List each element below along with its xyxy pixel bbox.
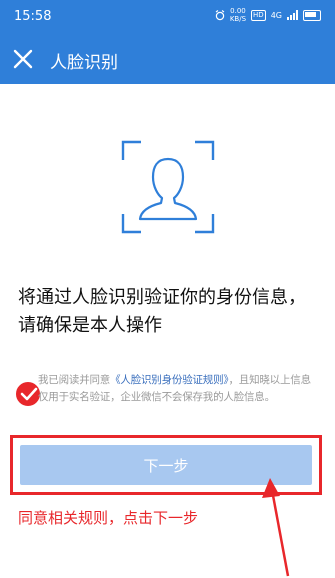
headline-line-1: 将通过人脸识别验证你的身份信息， — [18, 287, 306, 308]
hd-badge: HD — [251, 9, 266, 21]
signal-icon — [287, 10, 298, 20]
consent-prefix: 我已阅读并同意 — [38, 374, 111, 386]
arrow-up-icon — [262, 478, 290, 577]
consent-text: 我已阅读并同意《人脸识别身份验证规则》，且知晓以上信息仅用于实名验证，企业微信不… — [38, 372, 321, 406]
network-rate-value: 0.00 — [230, 7, 246, 15]
headline-line-2: 请确保是本人操作 — [18, 315, 162, 336]
rules-link[interactable]: 《人脸识别身份验证规则》 — [110, 374, 229, 386]
check-icon — [20, 387, 38, 401]
battery-icon — [303, 9, 321, 21]
status-time: 15:58 — [14, 9, 52, 24]
headline: 将通过人脸识别验证你的身份信息， 请确保是本人操作 — [18, 284, 318, 340]
page-title: 人脸识别 — [50, 53, 118, 73]
network-type: 4G — [270, 10, 282, 20]
face-scan-icon — [138, 157, 198, 221]
annotation-text: 同意相关规则，点击下一步 — [18, 509, 199, 527]
network-rate-unit: KB/S — [229, 15, 247, 23]
close-icon[interactable] — [10, 46, 36, 72]
status-icons: 0.00 KB/S HD 4G — [215, 7, 321, 23]
consent-section: 我已阅读并同意《人脸识别身份验证规则》，且知晓以上信息仅用于实名验证，企业微信不… — [14, 372, 320, 422]
network-rate: 0.00 KB/S — [230, 7, 246, 23]
alarm-icon — [215, 9, 225, 20]
title-bar: 人脸识别 — [0, 34, 335, 84]
status-bar: 15:58 0.00 KB/S HD 4G — [0, 0, 335, 34]
